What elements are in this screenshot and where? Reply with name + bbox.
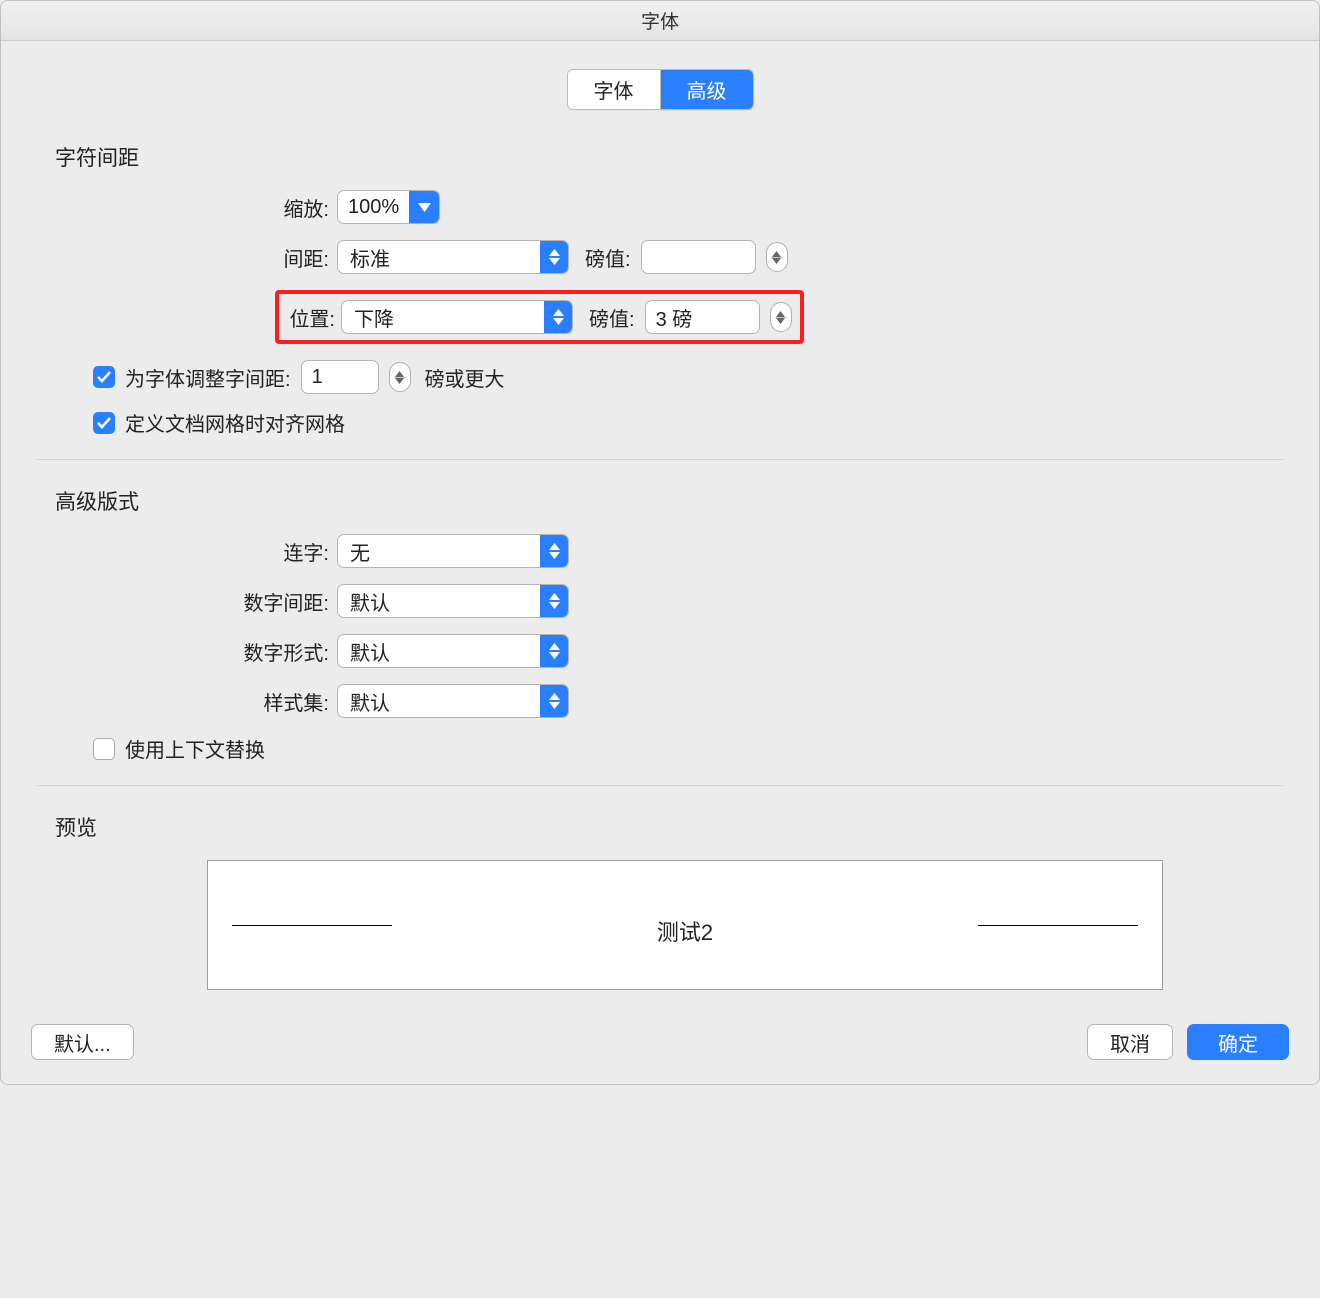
label-spacing: 间距: <box>37 243 337 272</box>
highlight-position-row: 位置: 下降 磅值: 3 磅 <box>275 290 804 344</box>
label-spacing-pt: 磅值: <box>585 243 631 272</box>
label-scale: 缩放: <box>37 193 337 222</box>
num-spacing-select[interactable]: 默认 <box>337 584 569 618</box>
divider <box>37 459 1283 460</box>
label-contextual: 使用上下文替换 <box>125 734 265 763</box>
cancel-button[interactable]: 取消 <box>1087 1024 1173 1060</box>
spacing-pt-input[interactable] <box>641 240 756 274</box>
preview-rule-right <box>978 925 1138 926</box>
preview-title: 预览 <box>55 808 1283 842</box>
label-num-form: 数字形式: <box>37 637 337 666</box>
label-snap-grid: 定义文档网格时对齐网格 <box>125 408 345 437</box>
position-pt-stepper[interactable] <box>770 302 792 332</box>
kerning-value-input[interactable]: 1 <box>301 360 379 394</box>
updown-icon <box>540 685 568 717</box>
style-set-select[interactable]: 默认 <box>337 684 569 718</box>
default-button[interactable]: 默认... <box>31 1024 134 1060</box>
updown-icon <box>540 585 568 617</box>
preview-text: 测试2 <box>657 915 713 947</box>
label-kerning: 为字体调整字间距: <box>125 363 291 392</box>
label-style-set: 样式集: <box>37 687 337 716</box>
spacing-select[interactable]: 标准 <box>337 240 569 274</box>
preview-box: 测试2 <box>207 860 1163 990</box>
tab-advanced[interactable]: 高级 <box>661 70 753 109</box>
label-position-pt: 磅值: <box>589 303 635 332</box>
updown-icon <box>540 535 568 567</box>
label-kerning-suffix: 磅或更大 <box>425 363 505 392</box>
window-title: 字体 <box>1 1 1319 41</box>
tab-bar: 字体 高级 <box>37 69 1283 110</box>
position-select[interactable]: 下降 <box>341 300 573 334</box>
preview-rule-left <box>232 925 392 926</box>
contextual-checkbox[interactable] <box>93 738 115 760</box>
tab-font[interactable]: 字体 <box>568 70 661 109</box>
ligature-select[interactable]: 无 <box>337 534 569 568</box>
label-num-spacing: 数字间距: <box>37 587 337 616</box>
section-typography: 高级版式 <box>55 482 1283 516</box>
num-form-select[interactable]: 默认 <box>337 634 569 668</box>
spacing-pt-stepper[interactable] <box>766 242 788 272</box>
kerning-stepper[interactable] <box>389 362 411 392</box>
label-position: 位置: <box>279 303 341 332</box>
updown-icon <box>540 241 568 273</box>
chevron-down-icon <box>409 191 439 223</box>
kerning-checkbox[interactable] <box>93 366 115 388</box>
scale-combo[interactable]: 100% <box>337 190 440 224</box>
ok-button[interactable]: 确定 <box>1187 1024 1289 1060</box>
section-char-spacing: 字符间距 <box>55 138 1283 172</box>
snap-grid-checkbox[interactable] <box>93 412 115 434</box>
updown-icon <box>540 635 568 667</box>
updown-icon <box>544 301 572 333</box>
position-pt-input[interactable]: 3 磅 <box>645 300 760 334</box>
divider <box>37 785 1283 786</box>
label-ligature: 连字: <box>37 537 337 566</box>
